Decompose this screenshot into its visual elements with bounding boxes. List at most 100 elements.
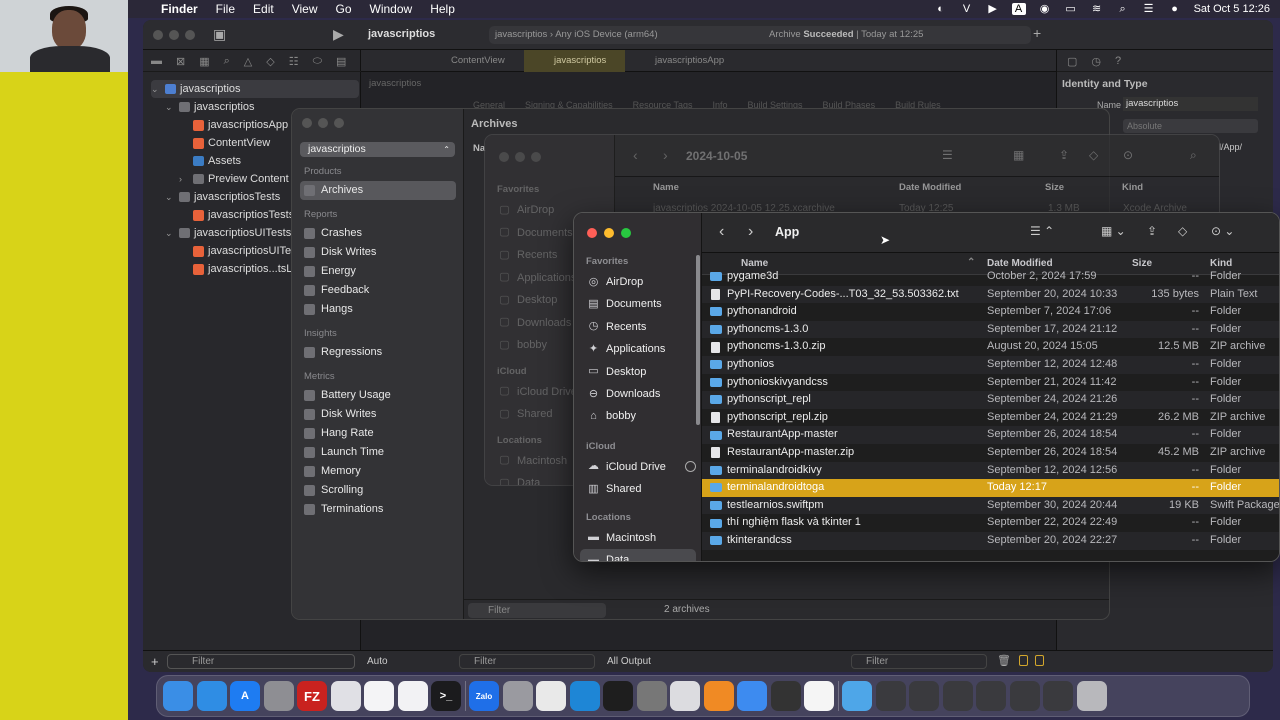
window-thumb-4-icon[interactable] bbox=[976, 681, 1006, 711]
navigator-filter-field[interactable]: Filter bbox=[167, 654, 355, 669]
disclosure-icon[interactable]: ⌄ bbox=[165, 98, 175, 116]
back-nav-back-icon[interactable]: ‹ bbox=[633, 147, 638, 163]
grid-view-icon[interactable]: ▦ ⌄ bbox=[1101, 224, 1126, 238]
organizer-filter-field[interactable]: Filter bbox=[468, 603, 606, 618]
file-row[interactable]: pythoncms-1.3.0 September 17, 2024 21:12 -… bbox=[702, 320, 1279, 339]
record-icon[interactable]: ◉ bbox=[1038, 3, 1052, 15]
nav-forward-icon[interactable]: › bbox=[748, 223, 753, 241]
file-row[interactable]: RestaurantApp-master September 26, 2024 1… bbox=[702, 426, 1279, 444]
symbol-nav-icon[interactable]: ▦ bbox=[199, 55, 209, 68]
col-name[interactable]: Name bbox=[741, 258, 768, 269]
organizer-item[interactable]: Scrolling bbox=[292, 481, 464, 500]
tab-contentview[interactable]: ContentView bbox=[451, 55, 505, 66]
back-share-icon[interactable]: ⇪ bbox=[1059, 148, 1069, 162]
organizer-item[interactable]: Disk Writes bbox=[292, 243, 464, 262]
run-icon[interactable]: ▶ bbox=[333, 26, 344, 43]
system-settings-icon[interactable] bbox=[263, 681, 294, 711]
nav-back-icon[interactable]: ‹ bbox=[719, 223, 724, 241]
window-thumb-1-icon[interactable] bbox=[875, 681, 906, 711]
filezilla-icon[interactable]: FZ bbox=[297, 681, 327, 711]
sidebar-item-recents[interactable]: ◷ Recents bbox=[574, 316, 702, 338]
test-nav-icon[interactable]: ◇ bbox=[266, 55, 274, 68]
terminal-icon[interactable]: >_ bbox=[431, 681, 461, 711]
v-icon[interactable]: V bbox=[960, 3, 974, 15]
variables-filter-field[interactable]: Filter bbox=[459, 654, 595, 669]
col-size[interactable]: Size bbox=[1132, 258, 1152, 269]
debug-nav-icon[interactable]: ☷ bbox=[289, 55, 299, 68]
instruments-icon[interactable] bbox=[770, 681, 801, 711]
window-thumb-5-icon[interactable] bbox=[1009, 681, 1040, 711]
file-inspector-icon[interactable]: ▢ bbox=[1067, 55, 1077, 68]
disclosure-icon[interactable]: ⌄ bbox=[151, 80, 161, 98]
clock[interactable]: Sat Oct 5 12:26 bbox=[1194, 3, 1270, 15]
organizer-item[interactable]: Energy bbox=[292, 262, 464, 281]
launchpad-icon[interactable] bbox=[330, 681, 361, 711]
file-row[interactable]: pythonios September 12, 2024 12:48 -- Folde… bbox=[702, 356, 1279, 374]
file-row[interactable]: pythonioskivyandcss September 21, 2024 11… bbox=[702, 374, 1279, 392]
organizer-item[interactable]: Regressions bbox=[292, 343, 464, 362]
location-select[interactable]: Absolute bbox=[1123, 119, 1258, 133]
name-field[interactable]: javascriptios bbox=[1123, 97, 1258, 111]
add-icon[interactable]: + bbox=[1033, 25, 1041, 41]
finder-folder-icon[interactable] bbox=[842, 681, 872, 711]
col-kind[interactable]: Kind bbox=[1210, 258, 1232, 269]
sidebar-scrollbar[interactable] bbox=[696, 255, 700, 425]
stage-manager-icon[interactable]: ◐ bbox=[934, 3, 948, 15]
file-row[interactable]: pythonscript_repl September 24, 2024 21:2… bbox=[702, 391, 1279, 409]
console-filter-field[interactable]: Filter bbox=[851, 654, 987, 669]
file-row[interactable]: pythoncms-1.3.0.zip August 20, 2024 15:05… bbox=[702, 338, 1279, 356]
list-view-icon[interactable]: ☰ ⌃ bbox=[1030, 224, 1054, 238]
control-center-icon[interactable]: ☰ bbox=[1142, 3, 1156, 15]
organizer-item[interactable]: Disk Writes bbox=[292, 405, 464, 424]
sidebar-toggle-icon[interactable]: ▣ bbox=[213, 26, 226, 43]
report-nav-icon[interactable]: ▤ bbox=[336, 55, 346, 68]
finder-close-button[interactable] bbox=[587, 228, 597, 238]
window-thumb-6-icon[interactable] bbox=[1043, 681, 1073, 711]
device-selector[interactable]: Any iOS Device (arm64) bbox=[555, 29, 657, 40]
organizer-item[interactable]: Crashes bbox=[292, 224, 464, 243]
sidebar-item-icloud-drive[interactable]: ☁ iCloud Drive bbox=[574, 456, 702, 478]
file-row[interactable]: pythonscript_repl.zip September 24, 2024 … bbox=[702, 409, 1279, 427]
file-row[interactable]: pythonandroid September 7, 2024 17:06 -- Fo… bbox=[702, 303, 1279, 321]
settings-gear-icon[interactable] bbox=[502, 681, 533, 711]
finder-minimize-button[interactable] bbox=[604, 228, 614, 238]
back-list-view-icon[interactable]: ☰ bbox=[942, 148, 953, 162]
organizer-item[interactable]: Launch Time bbox=[292, 443, 464, 462]
sidebar-item-data[interactable]: ▬ Data bbox=[580, 548, 696, 561]
sidebar-item-documents[interactable]: ▤ Documents bbox=[574, 293, 702, 315]
back-col-kind[interactable]: Kind bbox=[1122, 182, 1143, 193]
organizer-minimize-button[interactable] bbox=[318, 118, 328, 128]
menu-view[interactable]: View bbox=[283, 2, 327, 16]
issue-nav-icon[interactable]: △ bbox=[244, 55, 252, 68]
safari-icon[interactable] bbox=[196, 681, 227, 711]
organizer-item[interactable]: Hang Rate bbox=[292, 424, 464, 443]
file-row[interactable]: terminalandroidtoga Today 12:17 -- Folder bbox=[702, 479, 1279, 497]
battery-icon[interactable]: ▭ bbox=[1064, 3, 1078, 15]
back-zoom-button[interactable] bbox=[531, 152, 541, 162]
tab-javascriptios[interactable]: javascriptios bbox=[524, 50, 625, 72]
sidebar-item-shared[interactable]: ▥ Shared bbox=[574, 478, 702, 500]
back-minimize-button[interactable] bbox=[515, 152, 525, 162]
auto-select[interactable]: Auto bbox=[367, 656, 388, 667]
back-nav-forward-icon[interactable]: › bbox=[663, 147, 668, 163]
chrome-icon[interactable] bbox=[536, 681, 566, 711]
finder-zoom-button[interactable] bbox=[621, 228, 631, 238]
back-col-size[interactable]: Size bbox=[1045, 182, 1064, 193]
split-right-icon[interactable] bbox=[1035, 655, 1044, 666]
sidebar-item-bobby[interactable]: ⌂ bobby bbox=[574, 405, 702, 427]
organizer-close-button[interactable] bbox=[302, 118, 312, 128]
scheme-select[interactable]: javascriptios ⌃ bbox=[300, 142, 455, 157]
minimize-button[interactable] bbox=[169, 30, 179, 40]
tag-icon[interactable]: ◇ bbox=[1178, 224, 1187, 238]
siri-icon[interactable]: ● bbox=[1168, 3, 1182, 15]
help-inspector-icon[interactable]: ? bbox=[1115, 55, 1121, 67]
share-icon[interactable]: ⇪ bbox=[1147, 224, 1157, 238]
books-icon[interactable] bbox=[703, 681, 734, 711]
sort-chevron-icon[interactable]: ⌃ bbox=[967, 257, 975, 268]
activity-monitor-icon[interactable] bbox=[603, 681, 633, 711]
vscode-icon[interactable] bbox=[569, 681, 600, 711]
organizer-item[interactable]: Battery Usage bbox=[292, 386, 464, 405]
organizer-item[interactable]: Memory bbox=[292, 462, 464, 481]
file-row[interactable]: thí nghiệm flask và tkinter 1 September 2… bbox=[702, 514, 1279, 532]
xcode-icon[interactable] bbox=[737, 681, 767, 711]
